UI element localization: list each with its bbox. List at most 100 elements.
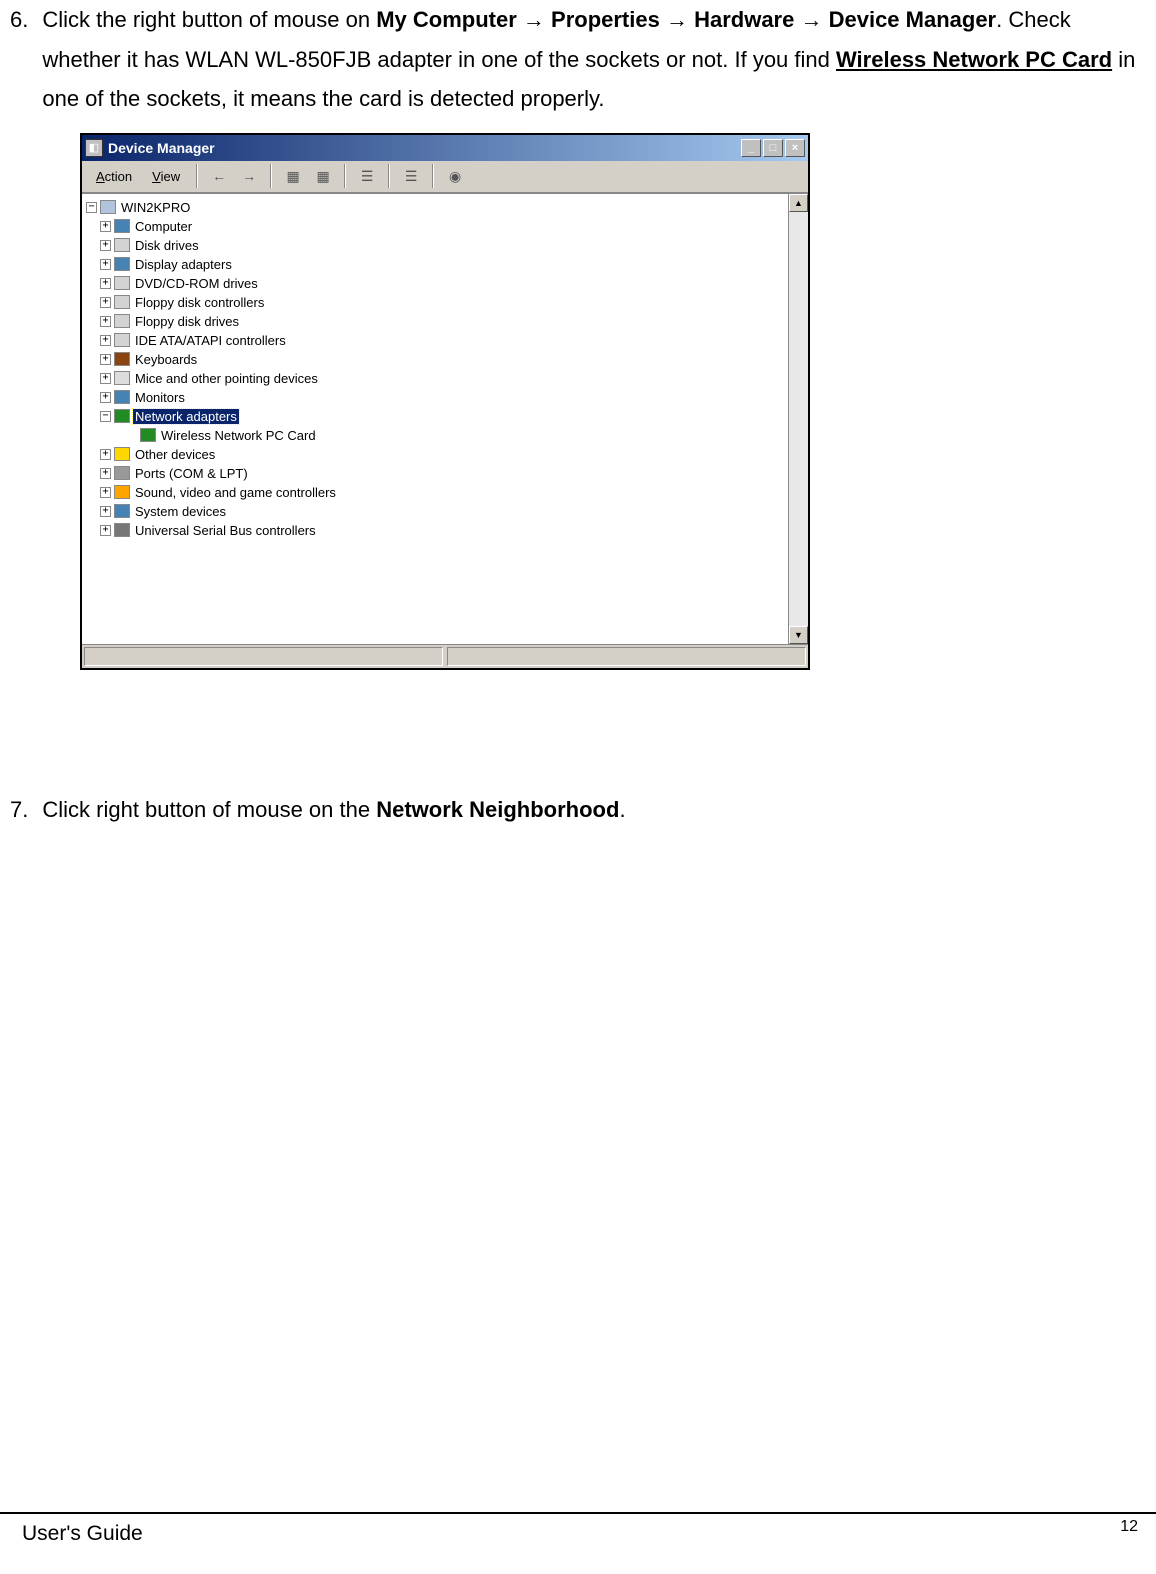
expand-icon[interactable]: +	[100, 221, 111, 232]
arrow-3: →	[794, 7, 828, 32]
dvd-icon	[114, 276, 130, 290]
step-7-body: Click right button of mouse on the Netwo…	[42, 790, 1146, 830]
expand-icon[interactable]: +	[100, 525, 111, 536]
toolbar-separator-2	[270, 164, 272, 188]
network-neighborhood-bold: Network Neighborhood	[376, 797, 619, 822]
arrow-1: →	[517, 7, 551, 32]
step-6-body: Click the right button of mouse on My Co…	[42, 0, 1146, 119]
computer-icon	[114, 219, 130, 233]
expand-icon[interactable]: +	[100, 468, 111, 479]
toolbar-separator-4	[388, 164, 390, 188]
toolbar-btn-4[interactable]: ☰	[398, 164, 424, 188]
floppy-ctrl-icon	[114, 295, 130, 309]
collapse-icon[interactable]: −	[100, 411, 111, 422]
titlebar[interactable]: ◧ Device Manager _ □ ×	[82, 135, 808, 161]
wireless-card-label: Wireless Network PC Card	[159, 428, 318, 443]
tree-item[interactable]: +System devices	[86, 502, 784, 521]
menu-view[interactable]: View	[144, 167, 188, 186]
tree-item[interactable]: +Display adapters	[86, 255, 784, 274]
step-6-number: 6.	[10, 0, 28, 119]
arrow-2: →	[660, 7, 694, 32]
toolbar-btn-5[interactable]: ◉	[442, 164, 468, 188]
network-icon	[114, 409, 130, 423]
computer-root-icon	[100, 200, 116, 214]
expand-icon[interactable]: +	[100, 506, 111, 517]
menubar: Action View ← → ▦ ▦ ☰ ☰ ◉	[82, 161, 808, 193]
expand-icon[interactable]: +	[100, 487, 111, 498]
tree-item[interactable]: +Keyboards	[86, 350, 784, 369]
window-title: Device Manager	[108, 140, 741, 156]
page-footer: User's Guide 12	[0, 1512, 1156, 1546]
sound-icon	[114, 485, 130, 499]
expand-icon[interactable]: +	[100, 316, 111, 327]
collapse-icon[interactable]: −	[86, 202, 97, 213]
device-manager-bold: Device Manager	[829, 7, 997, 32]
network-adapters-selected: Network adapters	[133, 409, 239, 424]
minimize-button[interactable]: _	[741, 139, 761, 157]
close-button[interactable]: ×	[785, 139, 805, 157]
tree-item-wireless[interactable]: Wireless Network PC Card	[86, 426, 784, 445]
tree-item[interactable]: +Universal Serial Bus controllers	[86, 521, 784, 540]
device-manager-screenshot: ◧ Device Manager _ □ × Action View ← → ▦…	[80, 133, 1146, 670]
back-button[interactable]: ←	[206, 164, 232, 188]
properties-bold: Properties	[551, 7, 660, 32]
tree-item[interactable]: +Mice and other pointing devices	[86, 369, 784, 388]
tree-item[interactable]: +IDE ATA/ATAPI controllers	[86, 331, 784, 350]
status-bar	[82, 644, 808, 668]
expand-icon[interactable]: +	[100, 373, 111, 384]
tree-item[interactable]: +Floppy disk drives	[86, 312, 784, 331]
other-icon	[114, 447, 130, 461]
tree-item[interactable]: +Disk drives	[86, 236, 784, 255]
toolbar-btn-3[interactable]: ☰	[354, 164, 380, 188]
expand-icon[interactable]: +	[100, 335, 111, 346]
step-6-text-a: Click the right button of mouse on	[42, 7, 376, 32]
tree-item[interactable]: +Other devices	[86, 445, 784, 464]
status-cell-2	[447, 647, 806, 666]
hardware-bold: Hardware	[694, 7, 794, 32]
floppy-icon	[114, 314, 130, 328]
expand-icon[interactable]: +	[100, 354, 111, 365]
scroll-track[interactable]	[789, 212, 808, 626]
usb-icon	[114, 523, 130, 537]
nic-icon	[140, 428, 156, 442]
tree-item-network[interactable]: − Network adapters	[86, 407, 784, 426]
toolbar-separator	[196, 164, 198, 188]
expand-icon[interactable]: +	[100, 449, 111, 460]
scroll-up-button[interactable]: ▲	[789, 194, 808, 212]
my-computer-bold: My Computer	[376, 7, 517, 32]
step-7-text-b: .	[619, 797, 625, 822]
footer-guide: User's Guide	[22, 1522, 143, 1546]
status-cell-1	[84, 647, 443, 666]
tree-item[interactable]: +DVD/CD-ROM drives	[86, 274, 784, 293]
forward-button[interactable]: →	[236, 164, 262, 188]
expand-icon[interactable]: +	[100, 240, 111, 251]
menu-action[interactable]: Action	[88, 167, 140, 186]
monitor-icon	[114, 390, 130, 404]
disk-icon	[114, 238, 130, 252]
expand-icon[interactable]: +	[100, 392, 111, 403]
root-label: WIN2KPRO	[119, 200, 192, 215]
tree-item[interactable]: +Ports (COM & LPT)	[86, 464, 784, 483]
toolbar-btn-1[interactable]: ▦	[280, 164, 306, 188]
display-icon	[114, 257, 130, 271]
toolbar-btn-2[interactable]: ▦	[310, 164, 336, 188]
tree-item[interactable]: +Sound, video and game controllers	[86, 483, 784, 502]
scroll-down-button[interactable]: ▼	[789, 626, 808, 644]
device-tree[interactable]: − WIN2KPRO +Computer +Disk drives +Displa…	[82, 194, 788, 644]
tree-item[interactable]: +Floppy disk controllers	[86, 293, 784, 312]
system-icon	[114, 504, 130, 518]
window-icon: ◧	[85, 139, 103, 157]
expand-icon[interactable]: +	[100, 278, 111, 289]
ide-icon	[114, 333, 130, 347]
expand-icon[interactable]: +	[100, 259, 111, 270]
expand-icon[interactable]: +	[100, 297, 111, 308]
tree-item[interactable]: +Computer	[86, 217, 784, 236]
tree-item[interactable]: +Monitors	[86, 388, 784, 407]
step-7-text-a: Click right button of mouse on the	[42, 797, 376, 822]
maximize-button[interactable]: □	[763, 139, 783, 157]
tree-root[interactable]: − WIN2KPRO	[86, 198, 784, 217]
scrollbar[interactable]: ▲ ▼	[788, 194, 808, 644]
step-7-number: 7.	[10, 790, 28, 830]
toolbar-separator-5	[432, 164, 434, 188]
wireless-bold: Wireless Network PC Card	[836, 47, 1112, 72]
